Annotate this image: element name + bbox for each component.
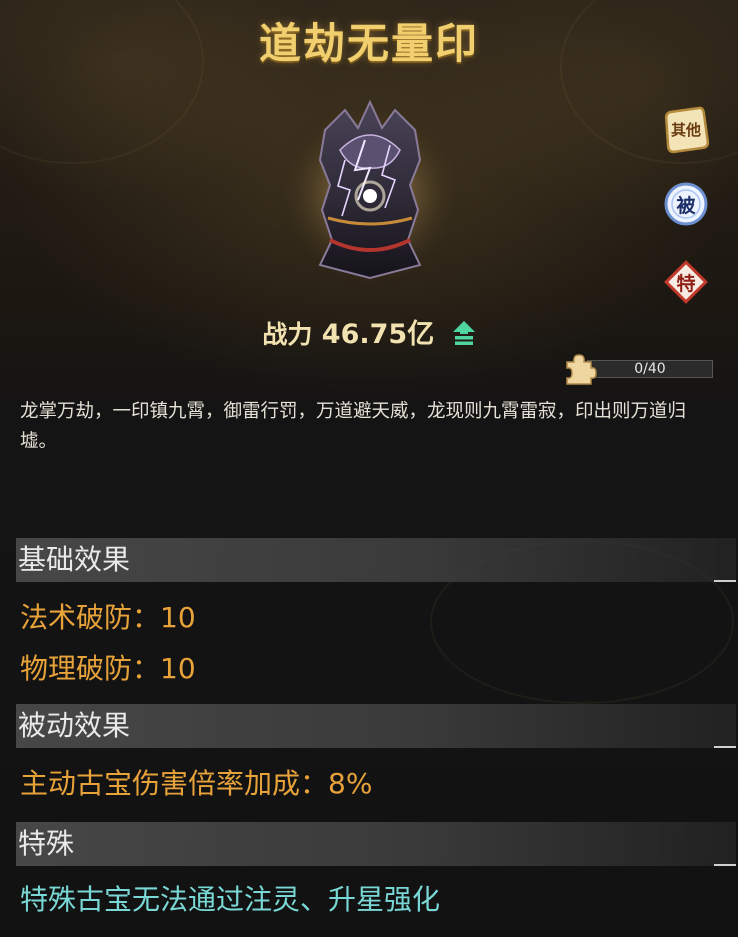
section-passive-title: 被动效果 [18, 709, 131, 742]
fragment-progress[interactable]: 0/40 [563, 353, 715, 385]
combat-power-label: 战力 [262, 320, 313, 349]
section-special: 特殊 [16, 822, 736, 866]
section-divider [714, 864, 736, 866]
item-title: 道劫无量印 [258, 19, 479, 68]
side-tab-passive[interactable]: 被 [662, 180, 710, 228]
upgrade-arrow-icon [452, 321, 475, 345]
special-effect-line: 特殊古宝无法通过注灵、升星强化 [20, 883, 441, 916]
side-tab-special-label: 特 [676, 272, 696, 295]
side-tab-other[interactable]: 其他 [662, 106, 710, 154]
basic-effect-line: 物理破防：10 [20, 652, 196, 685]
section-divider [714, 580, 736, 582]
fragment-count: 0/40 [634, 361, 666, 377]
section-divider [714, 746, 736, 748]
artifact-image [272, 97, 468, 290]
section-passive-effects: 被动效果 [16, 704, 736, 748]
side-tab-passive-label: 被 [676, 194, 696, 217]
section-special-title: 特殊 [18, 827, 75, 860]
puzzle-piece-icon [566, 354, 597, 385]
combat-power-value: 46.75亿 [321, 319, 435, 350]
section-basic-effects: 基础效果 [16, 538, 736, 582]
passive-effect-line: 主动古宝伤害倍率加成：8% [20, 767, 373, 800]
combat-power: 战力 46.75亿 [0, 312, 738, 351]
side-tab-special[interactable]: 特 [662, 258, 710, 306]
section-basic-title: 基础效果 [18, 543, 131, 576]
item-detail-panel: 道劫无量印 其他 被 特 战力 46.75亿 0/40 龙掌万劫，一印镇九霄，御… [0, 0, 738, 937]
basic-effect-line: 法术破防：10 [20, 601, 196, 634]
item-description: 龙掌万劫，一印镇九霄，御雷行罚，万道避天威，龙现则九霄雷寂，印出则万道归墟。 [20, 401, 687, 452]
side-tab-other-label: 其他 [670, 121, 701, 139]
